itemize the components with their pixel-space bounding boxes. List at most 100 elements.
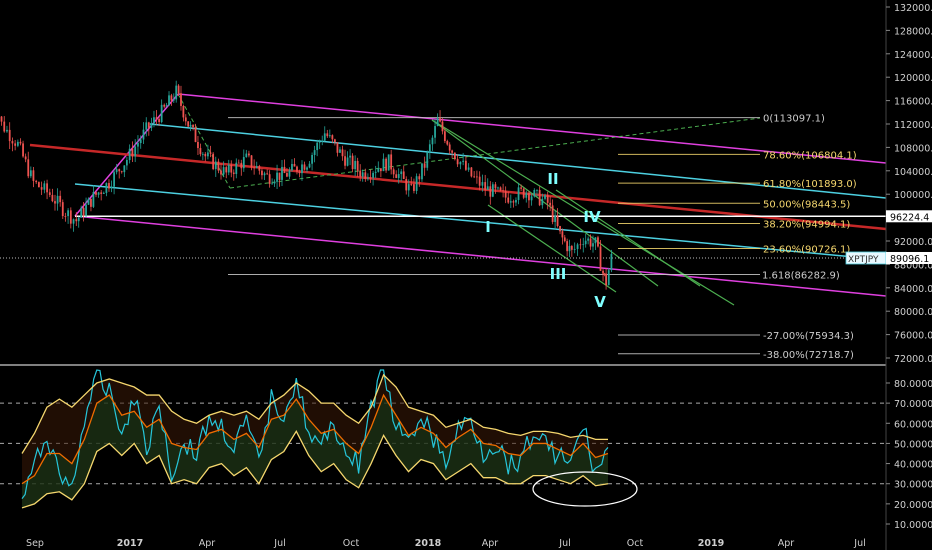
candle-body	[212, 153, 215, 170]
candle-body	[589, 238, 592, 247]
candle-body	[592, 243, 594, 247]
candle-body	[24, 156, 27, 160]
time-tick-label: Jul	[273, 538, 285, 549]
candle-body	[123, 165, 126, 173]
candle-body	[250, 155, 253, 168]
candle-body	[367, 177, 369, 179]
candle-body	[566, 241, 569, 252]
candle-body	[481, 182, 484, 186]
candle-body	[237, 162, 240, 164]
candle-body	[405, 179, 408, 191]
price-pane: 0(113097.1) 78.60%(106804.1) 61.80%(101893…	[0, 80, 887, 361]
candle-body	[255, 166, 258, 169]
candle-body	[273, 181, 276, 184]
candle-body	[533, 189, 536, 197]
candle-body	[464, 160, 467, 170]
candle-body	[59, 195, 62, 203]
wave-label-IV: IV	[583, 208, 601, 226]
wave-label-I: I	[485, 218, 491, 236]
candle-body	[321, 140, 324, 142]
osc-tick-label: 60.0000	[894, 419, 932, 430]
candle-body	[443, 131, 446, 142]
candle-body	[283, 166, 286, 174]
candle-body	[134, 146, 137, 157]
candle-body	[395, 174, 398, 178]
candle-body	[286, 173, 288, 177]
candle-body	[453, 152, 456, 160]
candle-body	[385, 158, 387, 171]
candle-body	[507, 197, 510, 203]
osc-tick-label: 50.0000	[894, 439, 932, 450]
candle-body	[80, 207, 83, 218]
candle-body	[497, 187, 499, 189]
candle-body	[253, 167, 256, 169]
candle-body	[120, 171, 123, 173]
candle-body	[579, 244, 582, 246]
price-tick-label: 72000.0	[894, 354, 932, 365]
candle-body	[459, 161, 462, 165]
candle-body	[421, 163, 423, 180]
candle-body	[306, 167, 308, 170]
candle-body	[177, 85, 180, 94]
candle-body	[456, 159, 459, 165]
candle-body	[379, 168, 382, 172]
candle-body	[331, 135, 334, 140]
candle-body	[225, 167, 228, 173]
candle-body	[242, 157, 245, 169]
candle-body	[194, 127, 197, 142]
candle-body	[180, 93, 182, 106]
candle-body	[374, 171, 377, 173]
candle-body	[118, 169, 121, 172]
time-tick-label: Oct	[343, 538, 360, 549]
price-tick-label: 80000.0	[894, 307, 932, 318]
candle-body	[189, 124, 192, 127]
current-price-tag-text: 89096.1	[890, 254, 929, 265]
fib-label-5: 23.60%(90726.1)	[763, 244, 850, 255]
candle-body	[147, 122, 150, 128]
candle-body	[346, 157, 349, 166]
candle-body	[369, 177, 372, 179]
candle-body	[318, 141, 321, 143]
candle-body	[6, 129, 8, 132]
candle-body	[16, 141, 19, 146]
candle-body	[48, 192, 51, 195]
fib-label-8: -38.00%(72718.7)	[763, 350, 854, 361]
wave-label-V: V	[594, 293, 606, 311]
candle-body	[582, 244, 585, 245]
candle-body	[175, 85, 178, 100]
candle-body	[494, 184, 497, 189]
candle-body	[568, 246, 571, 252]
candle-body	[11, 141, 14, 144]
price-tick-label: 116000.0	[894, 97, 932, 108]
candle-body	[184, 117, 187, 122]
candle-body	[402, 171, 405, 180]
candle-body	[97, 192, 100, 195]
candle-body	[56, 195, 59, 204]
time-tick-label: Jul	[853, 538, 865, 549]
candle-body	[298, 171, 301, 174]
candle-body	[597, 237, 599, 247]
candle-body	[528, 192, 530, 201]
candle-body	[570, 246, 573, 250]
candle-body	[145, 122, 148, 130]
candle-body	[232, 172, 235, 174]
candle-body	[576, 244, 579, 249]
price-tick-label: 104000.0	[894, 167, 932, 178]
candle-body	[431, 137, 434, 145]
price-tick-label: 76000.0	[894, 331, 932, 342]
candle-body	[108, 183, 110, 189]
candle-body	[473, 176, 476, 178]
fib-label-0: 0(113097.1)	[763, 114, 825, 125]
candle-body	[168, 95, 170, 106]
candle-body	[155, 117, 158, 120]
fib-label-2: 61.80%(101893.0)	[763, 179, 857, 190]
candle-body	[517, 187, 520, 200]
candle-body	[489, 186, 492, 197]
candle-body	[163, 104, 166, 107]
candle-body	[339, 149, 341, 153]
candle-body	[54, 201, 56, 204]
candle-body	[341, 149, 344, 157]
candle-body	[37, 182, 40, 188]
candle-body	[400, 171, 403, 175]
candle-body	[51, 194, 54, 202]
